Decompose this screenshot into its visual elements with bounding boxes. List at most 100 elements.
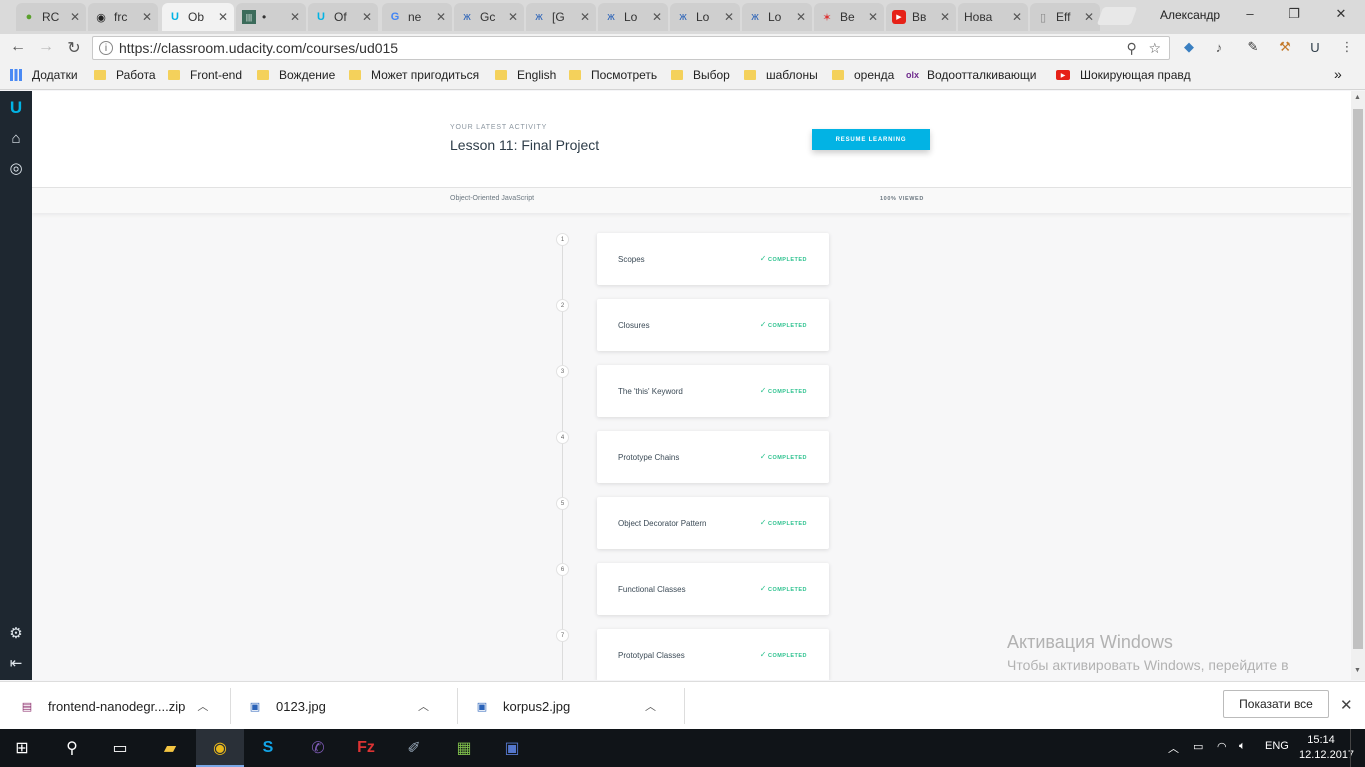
close-icon[interactable]: ✕ [940, 10, 950, 24]
resume-learning-button[interactable]: RESUME LEARNING [812, 129, 930, 150]
forward-arrow-icon[interactable]: → [36, 38, 56, 56]
address-bar[interactable]: i https://classroom.udacity.com/courses/… [92, 36, 1170, 60]
tab-8[interactable]: ж [G ✕ [526, 3, 596, 31]
filezilla-icon[interactable]: Fz [352, 735, 380, 761]
bookmark-star-icon[interactable]: ☆ [1148, 40, 1161, 56]
scroll-thumb[interactable] [1353, 109, 1363, 649]
file-explorer-icon[interactable]: ▰ [156, 735, 184, 761]
close-icon[interactable]: ✕ [580, 10, 590, 24]
back-arrow-icon[interactable]: ← [8, 38, 28, 56]
system-clock[interactable]: 15:14 12.12.2017 [1299, 733, 1354, 763]
chrome-icon[interactable]: ◉ [206, 735, 234, 761]
wifi-icon[interactable]: ◠ [1217, 740, 1227, 753]
close-window-icon[interactable]: ✕ [1331, 6, 1351, 22]
extension-icon[interactable]: ◆ [1180, 38, 1198, 56]
compass-icon[interactable]: ◎ [6, 158, 26, 178]
tab-3-active[interactable]: U Ob ✕ [162, 3, 234, 31]
show-all-downloads-button[interactable]: Показати все [1223, 690, 1329, 718]
tab-4[interactable]: ||| • ✕ [236, 3, 306, 31]
bookmark-folder[interactable]: Front-end [168, 68, 242, 82]
lesson-card[interactable]: The 'this' Keyword ✓COMPLETED [597, 365, 829, 417]
lesson-card[interactable]: Prototype Chains ✓COMPLETED [597, 431, 829, 483]
info-icon[interactable]: i [99, 41, 113, 55]
tab-2[interactable]: ◉ frc ✕ [88, 3, 158, 31]
tab-1[interactable]: ● RC ✕ [16, 3, 86, 31]
close-icon[interactable]: ✕ [796, 10, 806, 24]
close-icon[interactable]: ✕ [218, 10, 228, 24]
lesson-card[interactable]: Prototypal Classes ✓COMPLETED [597, 629, 829, 680]
chart-app-icon[interactable]: ▦ [450, 735, 478, 761]
search-icon[interactable]: ⚲ [58, 735, 86, 761]
close-icon[interactable]: ✕ [1084, 10, 1094, 24]
tab-7[interactable]: ж Gc ✕ [454, 3, 524, 31]
tab-6[interactable]: G ne ✕ [382, 3, 452, 31]
bookmark-folder[interactable]: Посмотреть [569, 68, 657, 82]
close-icon[interactable]: ✕ [70, 10, 80, 24]
bookmark-youtube[interactable]: ▶ Шокирующая правд [1056, 68, 1192, 82]
close-icon[interactable]: ✕ [290, 10, 300, 24]
zoom-icon[interactable]: ⚲ [1127, 40, 1137, 56]
profile-name[interactable]: Александр [1160, 8, 1220, 22]
tab-10[interactable]: ж Lo ✕ [670, 3, 740, 31]
minimize-icon[interactable]: – [1240, 6, 1260, 21]
chevron-up-icon[interactable]: ︿ [197, 698, 208, 714]
download-item[interactable]: ▣ 0123.jpg ︿ [248, 692, 429, 720]
lesson-card[interactable]: Object Decorator Pattern ✓COMPLETED [597, 497, 829, 549]
show-hidden-icons-icon[interactable]: ︿ [1168, 740, 1179, 756]
reload-icon[interactable]: ↻ [64, 38, 84, 58]
close-icon[interactable]: ✕ [508, 10, 518, 24]
picker-extension-icon[interactable]: ✎ [1244, 38, 1262, 56]
download-item[interactable]: ▤ frontend-nanodegr....zip ︿ [20, 692, 209, 720]
settings-gear-icon[interactable]: ⚙ [6, 623, 26, 643]
new-tab-button[interactable] [1096, 7, 1138, 25]
latest-activity-title[interactable]: Lesson 11: Final Project [450, 137, 599, 153]
tab-12[interactable]: ✶ Be ✕ [814, 3, 884, 31]
windows-start-icon[interactable]: ⊞ [8, 735, 36, 761]
close-icon[interactable]: ✕ [724, 10, 734, 24]
bookmark-olx[interactable]: olx Водоотталкивающи [906, 68, 1046, 82]
bookmark-apps[interactable]: Додатки [10, 68, 78, 82]
tab-15[interactable]: ▯ Eff ✕ [1030, 3, 1100, 31]
close-icon[interactable]: ✕ [1012, 10, 1022, 24]
lesson-card[interactable]: Closures ✓COMPLETED [597, 299, 829, 351]
lesson-card[interactable]: Functional Classes ✓COMPLETED [597, 563, 829, 615]
page-scrollbar[interactable]: ▲ ▼ [1351, 91, 1365, 680]
language-indicator[interactable]: ENG [1265, 740, 1289, 752]
chevron-up-icon[interactable]: ︿ [645, 698, 656, 714]
lesson-card[interactable]: Scopes ✓COMPLETED [597, 233, 829, 285]
tab-11[interactable]: ж Lo ✕ [742, 3, 812, 31]
bookmark-folder[interactable]: English [495, 68, 556, 82]
download-item[interactable]: ▣ korpus2.jpg ︿ [475, 692, 656, 720]
task-view-icon[interactable]: ▭ [106, 735, 134, 761]
close-icon[interactable]: ✕ [652, 10, 662, 24]
tab-5[interactable]: U Of ✕ [308, 3, 378, 31]
show-desktop-button[interactable] [1350, 729, 1356, 767]
tool-extension-icon[interactable]: ⚒ [1276, 38, 1294, 56]
image-editor-icon[interactable]: ✐ [400, 735, 428, 761]
save-disk-icon[interactable]: ▣ [498, 735, 526, 761]
home-icon[interactable]: ⌂ [6, 128, 26, 148]
skype-icon[interactable]: S [254, 735, 282, 761]
music-extension-icon[interactable]: ♪ [1210, 38, 1228, 56]
bookmark-folder[interactable]: оренда [832, 68, 894, 82]
tab-13[interactable]: ▶ Bв ✕ [886, 3, 956, 31]
close-icon[interactable]: ✕ [436, 10, 446, 24]
scroll-down-icon[interactable]: ▼ [1354, 667, 1361, 674]
bookmarks-overflow[interactable]: » [1334, 66, 1342, 82]
tab-9[interactable]: ж Lo ✕ [598, 3, 668, 31]
chevron-up-icon[interactable]: ︿ [418, 698, 429, 714]
close-icon[interactable]: ✕ [142, 10, 152, 24]
bookmark-folder[interactable]: шаблоны [744, 68, 818, 82]
volume-icon[interactable]: 🔈︎ [1239, 740, 1246, 753]
close-downloads-icon[interactable]: ✕ [1340, 696, 1353, 714]
bookmark-folder[interactable]: Выбор [671, 68, 730, 82]
udacity-logo-icon[interactable]: U [6, 98, 26, 118]
bookmark-folder[interactable]: Работа [94, 68, 156, 82]
logout-icon[interactable]: ⇤ [6, 653, 26, 673]
close-icon[interactable]: ✕ [362, 10, 372, 24]
restore-icon[interactable]: ❐ [1284, 6, 1304, 22]
tab-14[interactable]: Нова ✕ [958, 3, 1028, 31]
close-icon[interactable]: ✕ [868, 10, 878, 24]
battery-icon[interactable]: ▭ [1193, 740, 1203, 753]
viber-icon[interactable]: ✆ [304, 735, 332, 761]
